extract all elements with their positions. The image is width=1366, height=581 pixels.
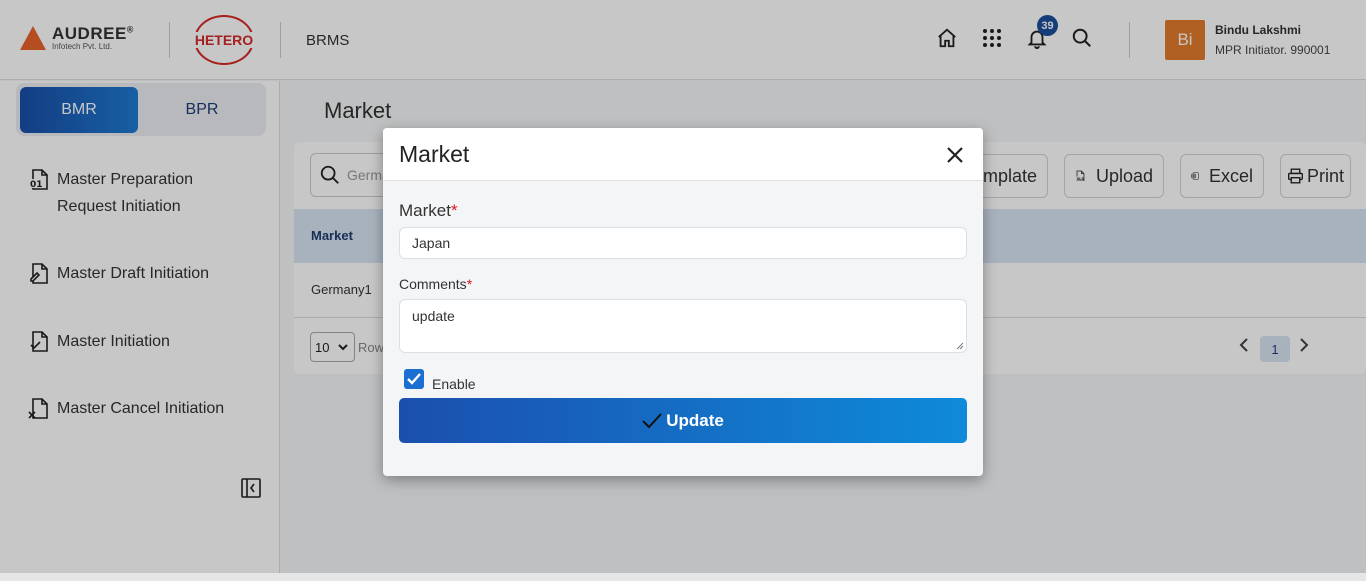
dialog-title: Market <box>399 141 470 167</box>
required-mark: * <box>450 201 458 220</box>
bottom-scrollbar <box>0 573 1366 581</box>
market-input[interactable]: Japan <box>399 227 967 259</box>
checkmark-icon <box>642 412 662 428</box>
market-input-value: Japan <box>412 235 451 251</box>
update-button-label: Update <box>666 410 724 430</box>
market-dialog: Market Market* Japan Comments* update En… <box>383 128 983 476</box>
comments-textarea-value: update <box>412 308 455 324</box>
update-button[interactable]: Update <box>399 398 967 443</box>
resize-handle-icon[interactable] <box>956 342 964 350</box>
dialog-header: Market <box>383 128 983 181</box>
enable-checkbox[interactable] <box>404 369 424 389</box>
market-label: Market* <box>399 201 458 220</box>
enable-label: Enable <box>432 376 476 392</box>
required-mark: * <box>466 276 473 292</box>
close-icon[interactable] <box>945 145 965 165</box>
comments-textarea[interactable]: update <box>399 299 967 353</box>
comments-label: Comments* <box>399 276 473 292</box>
checkmark-icon <box>407 373 421 385</box>
